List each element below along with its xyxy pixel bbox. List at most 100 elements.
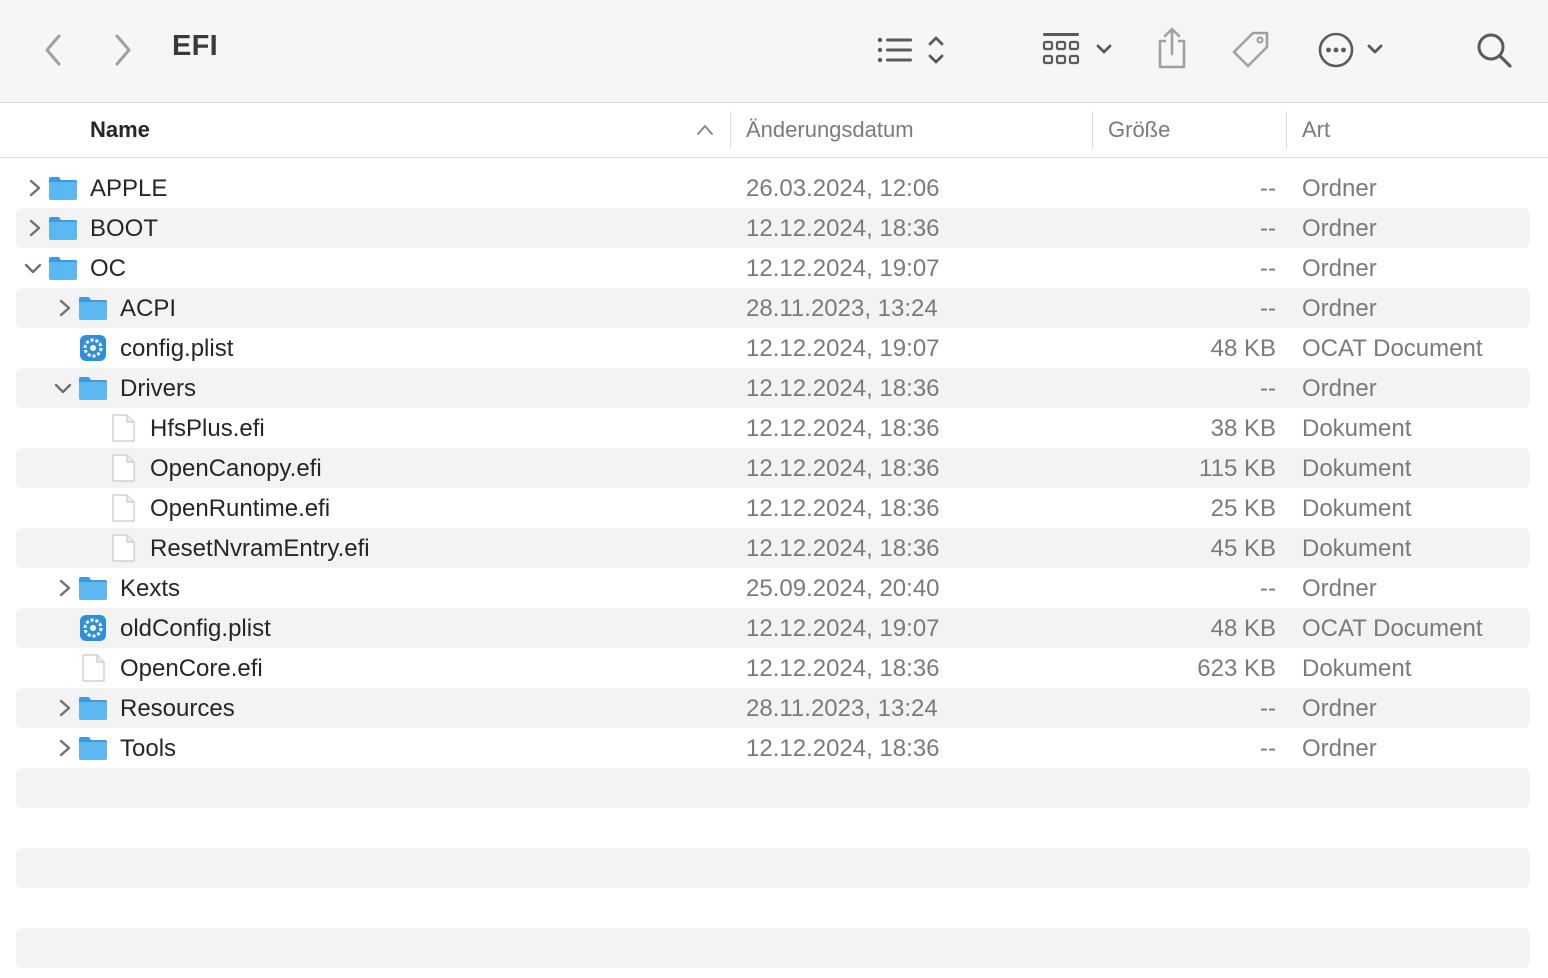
list-item[interactable]: BOOT 12.12.2024, 18:36 -- Ordner [16, 208, 1530, 248]
folder-icon [79, 297, 107, 320]
item-name: Kexts [120, 575, 181, 602]
item-date: 26.03.2024, 12:06 [746, 175, 940, 202]
column-size[interactable]: Größe [1108, 117, 1170, 143]
disclosure-expanded-icon[interactable] [52, 376, 74, 400]
item-size: -- [1260, 575, 1276, 602]
column-separator[interactable] [1286, 111, 1287, 149]
item-name: HfsPlus.efi [150, 415, 265, 442]
share-button[interactable] [1154, 26, 1190, 70]
item-kind: Ordner [1302, 695, 1377, 722]
item-kind: Ordner [1302, 215, 1377, 242]
list-item[interactable]: Drivers 12.12.2024, 18:36 -- Ordner [16, 368, 1530, 408]
item-kind: Ordner [1302, 175, 1377, 202]
search-button[interactable] [1474, 30, 1514, 70]
chevron-left-icon [45, 34, 61, 66]
item-kind: OCAT Document [1302, 615, 1483, 642]
list-item[interactable]: ACPI 28.11.2023, 13:24 -- Ordner [16, 288, 1530, 328]
item-date: 12.12.2024, 18:36 [746, 375, 940, 402]
folder-icon [79, 697, 107, 720]
empty-row-stripe [16, 768, 1530, 808]
item-name: BOOT [90, 215, 159, 242]
disclosure-collapsed-icon[interactable] [24, 216, 46, 240]
item-size: 623 KB [1197, 655, 1276, 682]
column-kind[interactable]: Art [1302, 117, 1330, 143]
window-title: EFI [172, 30, 219, 62]
search-icon [1477, 33, 1512, 68]
list-item[interactable]: config.plist 12.12.2024, 19:07 48 KB OCA… [16, 328, 1530, 368]
column-date[interactable]: Änderungsdatum [746, 117, 914, 143]
disclosure-collapsed-icon[interactable] [24, 176, 46, 200]
item-name: OpenRuntime.efi [150, 495, 331, 522]
tag-icon [1232, 31, 1269, 68]
item-size: 38 KB [1210, 415, 1276, 442]
column-name[interactable]: Name [90, 117, 150, 143]
list-item[interactable]: Kexts 25.09.2024, 20:40 -- Ordner [16, 568, 1530, 608]
document-icon [112, 534, 135, 562]
document-icon [112, 414, 135, 442]
list-item[interactable]: oldConfig.plist 12.12.2024, 19:07 48 KB … [16, 608, 1530, 648]
item-date: 12.12.2024, 18:36 [746, 655, 940, 682]
item-date: 12.12.2024, 18:36 [746, 455, 940, 482]
document-icon [112, 494, 135, 522]
folder-icon [49, 177, 77, 200]
item-name: ResetNvramEntry.efi [150, 535, 370, 562]
item-kind: Dokument [1302, 495, 1412, 522]
document-icon [82, 654, 105, 682]
folder-icon [79, 377, 107, 400]
folder-icon [79, 577, 107, 600]
item-kind: Dokument [1302, 535, 1412, 562]
disclosure-expanded-icon[interactable] [22, 256, 44, 280]
more-button[interactable] [1316, 30, 1388, 70]
column-separator[interactable] [730, 111, 731, 149]
item-name: Resources [120, 695, 235, 722]
item-size: -- [1260, 175, 1276, 202]
item-size: 115 KB [1199, 455, 1276, 482]
item-name: OpenCanopy.efi [150, 455, 322, 482]
item-date: 12.12.2024, 18:36 [746, 215, 940, 242]
disclosure-collapsed-icon[interactable] [54, 576, 76, 600]
view-options-button[interactable] [874, 32, 950, 68]
list-item[interactable]: Tools 12.12.2024, 18:36 -- Ordner [16, 728, 1530, 768]
item-date: 25.09.2024, 20:40 [746, 575, 940, 602]
item-size: -- [1260, 215, 1276, 242]
item-size: -- [1260, 255, 1276, 282]
item-date: 12.12.2024, 19:07 [746, 615, 940, 642]
disclosure-collapsed-icon[interactable] [54, 736, 76, 760]
disclosure-collapsed-icon[interactable] [54, 696, 76, 720]
sort-ascending-icon[interactable] [696, 123, 714, 137]
list-item[interactable]: APPLE 26.03.2024, 12:06 -- Ordner [16, 168, 1530, 208]
list-item[interactable]: Resources 28.11.2023, 13:24 -- Ordner [16, 688, 1530, 728]
list-item[interactable]: OpenCanopy.efi 12.12.2024, 18:36 115 KB … [16, 448, 1530, 488]
list-item[interactable]: OpenCore.efi 12.12.2024, 18:36 623 KB Do… [16, 648, 1530, 688]
forward-button[interactable] [108, 32, 138, 68]
back-button[interactable] [38, 32, 68, 68]
group-button[interactable] [1040, 30, 1116, 70]
item-kind: Dokument [1302, 415, 1412, 442]
item-date: 12.12.2024, 18:36 [746, 495, 940, 522]
item-name: APPLE [90, 175, 168, 202]
ellipsis-circle-icon [1318, 32, 1383, 68]
list-item[interactable]: OC 12.12.2024, 19:07 -- Ordner [16, 248, 1530, 288]
item-name: oldConfig.plist [120, 615, 271, 642]
list-item[interactable]: HfsPlus.efi 12.12.2024, 18:36 38 KB Doku… [16, 408, 1530, 448]
column-header: Name Änderungsdatum Größe Art [0, 103, 1548, 158]
item-size: 45 KB [1210, 535, 1276, 562]
item-size: 48 KB [1210, 335, 1276, 362]
list-item[interactable]: OpenRuntime.efi 12.12.2024, 18:36 25 KB … [16, 488, 1530, 528]
item-size: -- [1260, 735, 1276, 762]
column-separator[interactable] [1092, 111, 1093, 149]
folder-icon [49, 217, 77, 240]
item-kind: Ordner [1302, 255, 1377, 282]
item-name: OC [90, 255, 126, 282]
list-item[interactable]: ResetNvramEntry.efi 12.12.2024, 18:36 45… [16, 528, 1530, 568]
item-date: 28.11.2023, 13:24 [746, 295, 938, 322]
item-size: -- [1260, 375, 1276, 402]
tag-button[interactable] [1230, 29, 1272, 71]
disclosure-collapsed-icon[interactable] [54, 296, 76, 320]
item-name: config.plist [120, 335, 234, 362]
item-date: 12.12.2024, 18:36 [746, 535, 940, 562]
item-name: ACPI [120, 295, 177, 322]
document-icon [112, 454, 135, 482]
item-size: 25 KB [1210, 495, 1276, 522]
item-kind: Ordner [1302, 375, 1377, 402]
